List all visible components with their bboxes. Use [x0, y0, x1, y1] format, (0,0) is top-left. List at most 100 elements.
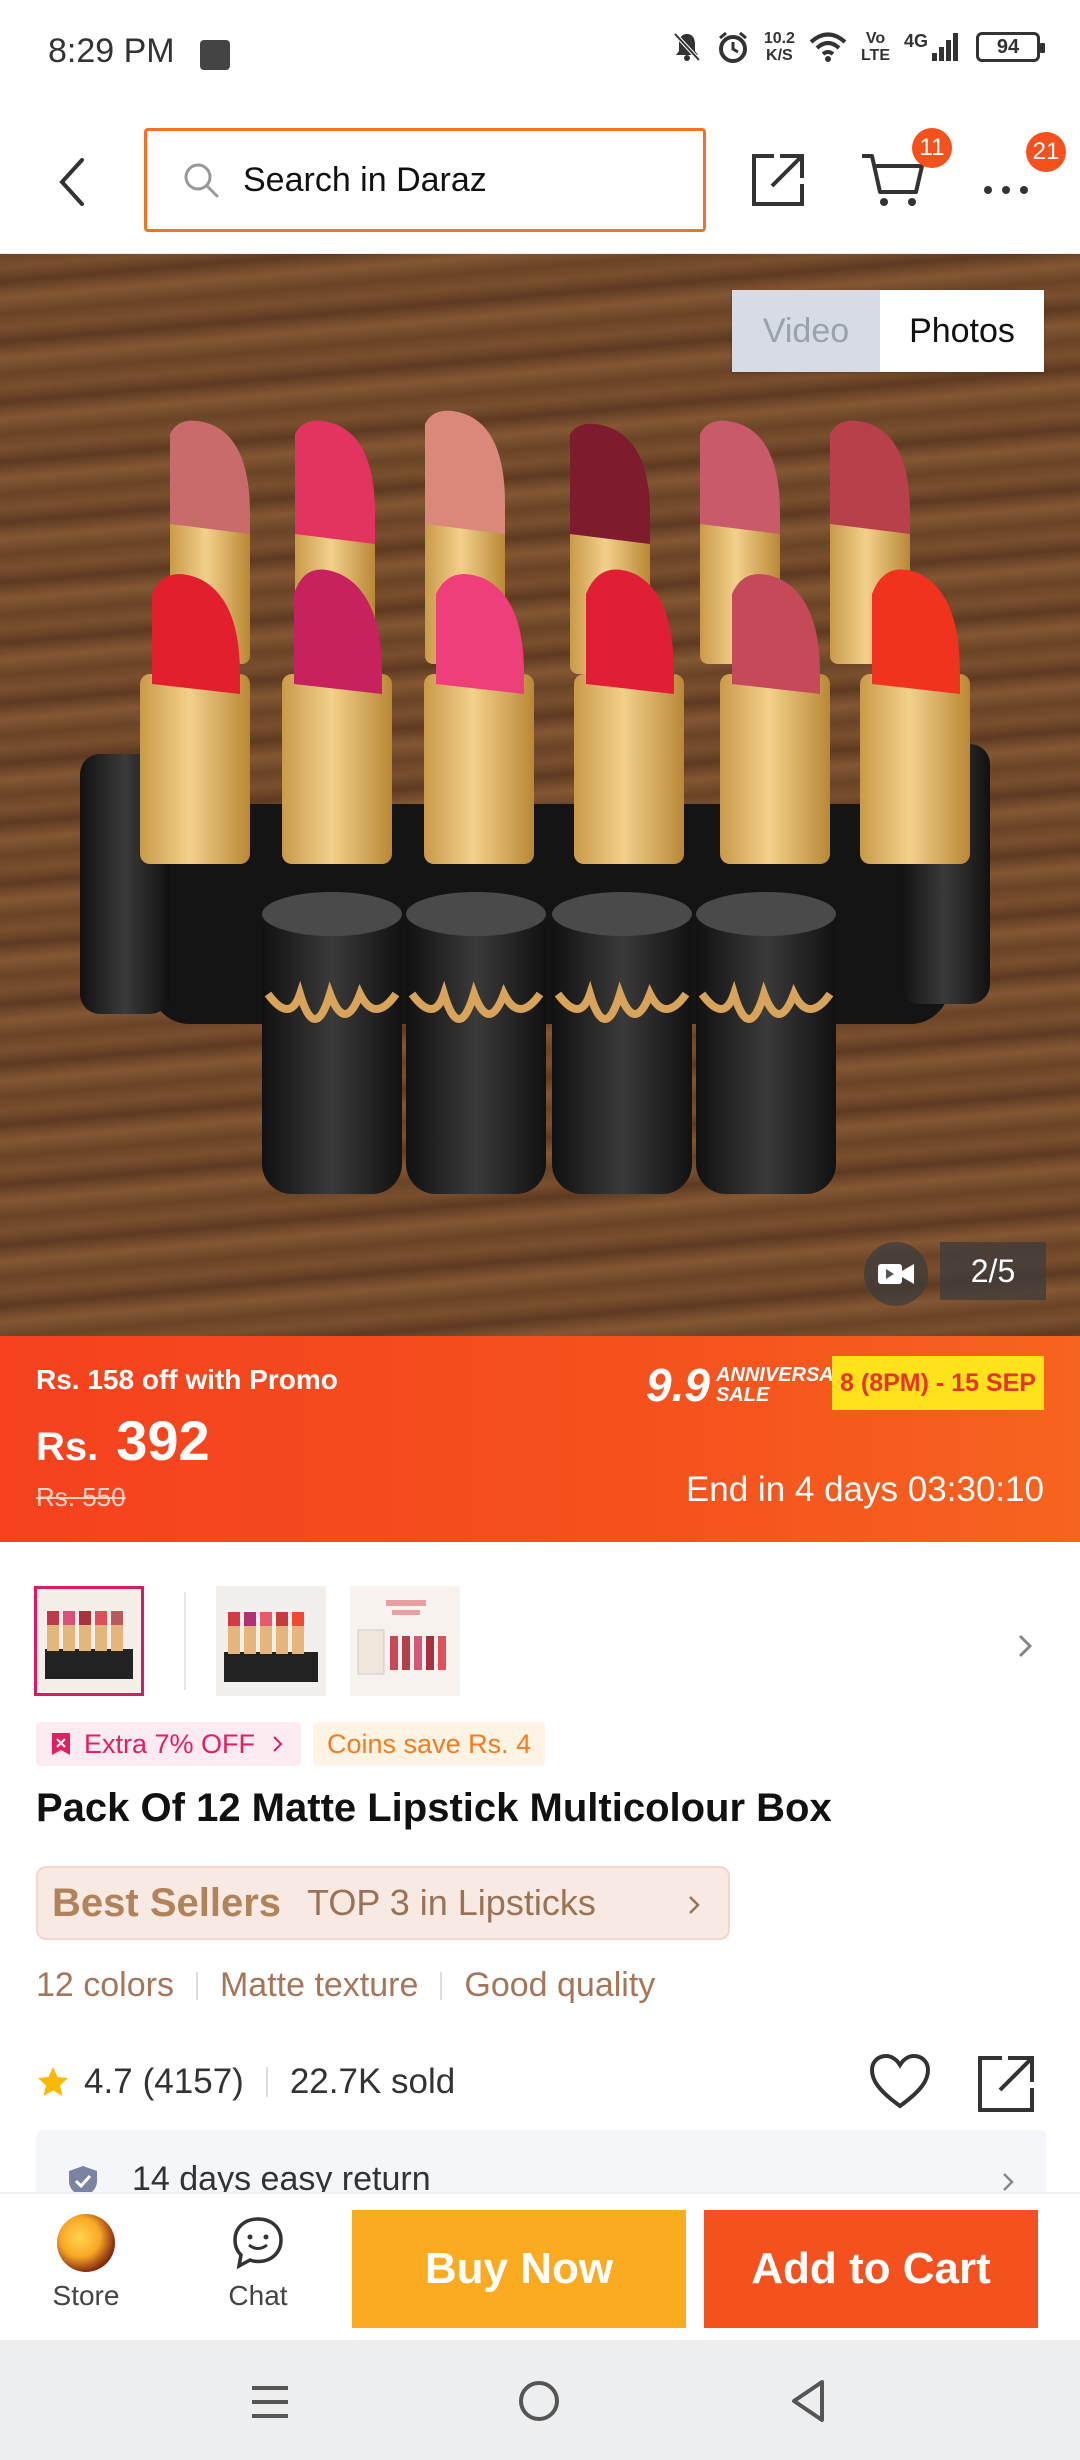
- share-product-button[interactable]: [974, 2052, 1038, 2116]
- search-input[interactable]: Search in Daraz: [144, 128, 706, 232]
- heart-icon: [869, 2053, 931, 2109]
- chat-label: Chat: [228, 2280, 288, 2311]
- extra-off-label: Extra 7% OFF: [84, 1728, 256, 1759]
- star-icon: [38, 2067, 68, 2096]
- buy-now-button[interactable]: Buy Now: [352, 2210, 686, 2328]
- image-counter: 2/5: [940, 1242, 1046, 1300]
- status-icons: 10.2 K/S Vo LTE 4G 94: [672, 30, 1045, 64]
- promo-tags: Extra 7% OFF Coins save Rs. 4: [36, 1722, 546, 1766]
- sale-logo: 9.9 ANNIVERSARY SALE: [646, 1358, 861, 1412]
- chat-button[interactable]: Chat: [208, 2214, 308, 2326]
- alarm-icon: [718, 31, 747, 63]
- price-currency: Rs.: [36, 1425, 99, 1469]
- signal-icon: [932, 33, 958, 61]
- return-policy-text: 14 days easy return: [132, 2160, 431, 2192]
- volte-indicator: Vo LTE: [861, 30, 890, 64]
- feature-quality: Good quality: [464, 1966, 656, 2004]
- shield-check-icon: [69, 2166, 97, 2192]
- battery-indicator: 94: [976, 32, 1045, 62]
- status-bar: 8:29 PM 10.2 K/S Vo LTE 4G 94: [0, 0, 1080, 110]
- top-nav: Search in Daraz 11 21: [0, 110, 1080, 254]
- bottom-action-bar: Store Chat Buy Now Add to Cart: [0, 2192, 1080, 2340]
- sale-number: 9.9: [646, 1359, 710, 1411]
- bestseller-rank: TOP 3 in Lipsticks: [307, 1882, 596, 1923]
- price: Rs. 392: [36, 1408, 210, 1473]
- chevron-right-icon: [1018, 1634, 1033, 1658]
- net-speed: 10.2 K/S: [764, 30, 795, 64]
- battery-level: 94: [996, 35, 1020, 58]
- extra-off-tag[interactable]: Extra 7% OFF: [36, 1722, 302, 1766]
- review-count[interactable]: (4157): [143, 2062, 244, 2102]
- thumbnail-image: [350, 1586, 460, 1696]
- toggle-photos[interactable]: Photos: [880, 290, 1044, 372]
- return-policy-row[interactable]: 14 days easy return: [36, 2130, 1046, 2192]
- back-triangle-icon[interactable]: [788, 2378, 828, 2424]
- network-type: 4G: [903, 31, 928, 51]
- product-image[interactable]: Video Photos 2/5: [0, 254, 1080, 1336]
- system-nav-bar: [0, 2340, 1080, 2460]
- signal-indicator: 4G: [904, 31, 962, 63]
- promo-discount-text: Rs. 158 off with Promo: [36, 1364, 338, 1395]
- add-to-cart-button[interactable]: Add to Cart: [704, 2210, 1038, 2328]
- store-button[interactable]: Store: [36, 2214, 136, 2326]
- voucher-icon: [52, 1733, 70, 1755]
- volte-top: Vo: [865, 30, 886, 47]
- share-icon: [978, 2056, 1034, 2112]
- search-icon: [184, 163, 219, 198]
- video-camera-icon: [878, 1264, 914, 1284]
- thumbnail-image: [37, 1589, 141, 1693]
- lipstick-photo: [80, 410, 990, 1194]
- feature-separator: [195, 1971, 198, 2000]
- thumbnail-separator: [184, 1592, 186, 1690]
- thumbnail-image: [216, 1586, 326, 1696]
- more-button[interactable]: 21: [978, 132, 1066, 214]
- sold-count: 22.7K sold: [289, 2062, 456, 2101]
- thumbnail-strip: [0, 1542, 1080, 1712]
- wifi-icon: [809, 32, 847, 62]
- rating-row: 4.7 (4157) 22.7K sold: [36, 2052, 1046, 2112]
- more-count-badge: 21: [1026, 132, 1066, 172]
- chevron-left-icon: [59, 158, 84, 206]
- video-play-button[interactable]: [864, 1242, 928, 1306]
- thumbnail-3[interactable]: [350, 1586, 460, 1696]
- thumbnail-2[interactable]: [216, 1586, 326, 1696]
- home-icon[interactable]: [516, 2378, 562, 2424]
- promo-banner: Rs. 158 off with Promo Rs. 392 Rs. 550 9…: [0, 1336, 1080, 1542]
- status-time: 8:29 PM: [48, 32, 175, 70]
- feature-separator: [440, 1971, 443, 2000]
- chevron-right-icon: [273, 1736, 283, 1752]
- wishlist-button[interactable]: [868, 2052, 932, 2112]
- chat-icon: [233, 2217, 283, 2270]
- cart-count-badge: 11: [912, 128, 952, 168]
- share-icon: [752, 154, 804, 206]
- bestseller-label: Best Sellers: [52, 1880, 282, 1925]
- store-logo: [57, 2214, 115, 2272]
- toggle-video[interactable]: Video: [732, 290, 880, 372]
- volte-bottom: LTE: [860, 47, 890, 64]
- thumbnail-next-button[interactable]: [1014, 1626, 1038, 1666]
- share-button[interactable]: [746, 148, 810, 212]
- feature-texture: Matte texture: [219, 1966, 419, 2004]
- mute-bell-icon: [673, 32, 701, 62]
- thumbnail-1[interactable]: [34, 1586, 144, 1696]
- chevron-right-icon: [1003, 2173, 1014, 2191]
- cart-button[interactable]: 11: [858, 128, 952, 212]
- coins-label: Coins save Rs. 4: [327, 1728, 532, 1759]
- sale-dates-badge: 8 (8PM) - 15 SEP: [832, 1356, 1044, 1410]
- store-label: Store: [52, 2280, 120, 2311]
- price-amount: 392: [116, 1409, 210, 1472]
- recent-apps-icon[interactable]: [248, 2380, 292, 2424]
- coins-tag: Coins save Rs. 4: [313, 1722, 546, 1766]
- countdown-timer: End in 4 days 03:30:10: [685, 1470, 1044, 1509]
- net-speed-value: 10.2: [763, 30, 795, 47]
- bestseller-banner[interactable]: Best Sellers TOP 3 in Lipsticks: [36, 1866, 730, 1940]
- chevron-right-icon: [689, 1896, 700, 1914]
- back-button[interactable]: [46, 150, 102, 214]
- product-title: Pack Of 12 Matte Lipstick Multicolour Bo…: [36, 1786, 832, 1830]
- notification-icon: [200, 40, 230, 70]
- net-speed-unit: K/S: [766, 47, 793, 64]
- feature-list: 12 colors Matte texture Good quality: [36, 1966, 655, 2005]
- media-toggle: Video Photos: [732, 290, 1044, 372]
- feature-colors: 12 colors: [36, 1966, 174, 2004]
- rating-value: 4.7: [84, 2062, 133, 2101]
